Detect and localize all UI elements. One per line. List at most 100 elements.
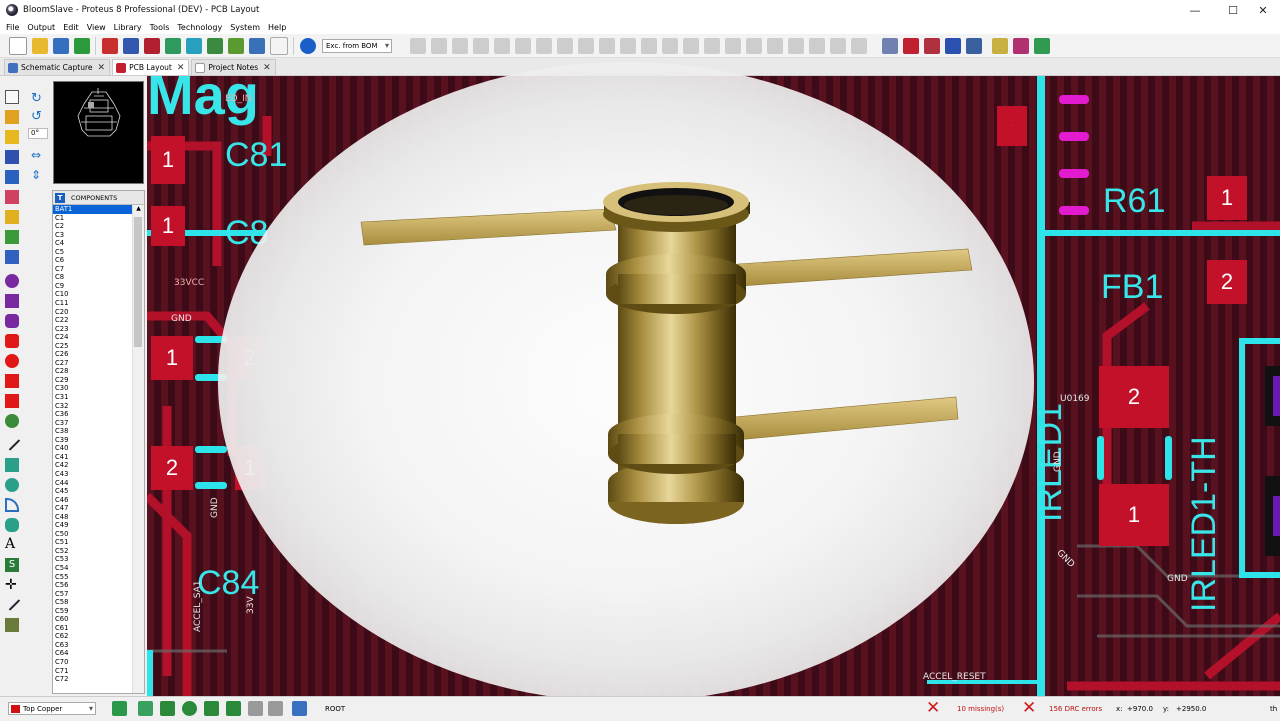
marker-tool-icon[interactable]: ✛ bbox=[5, 578, 19, 592]
component-list-item[interactable]: C30 bbox=[53, 384, 133, 393]
component-list-item[interactable]: C11 bbox=[53, 299, 133, 308]
variant-select[interactable]: Exc. from BOM bbox=[322, 38, 392, 53]
component-list-item[interactable]: C24 bbox=[53, 333, 133, 342]
circular-smt-pad-icon[interactable] bbox=[5, 354, 19, 368]
layers-icon[interactable] bbox=[992, 37, 1008, 54]
close-tab-icon[interactable]: ✕ bbox=[177, 63, 185, 73]
menu-technology[interactable]: Technology bbox=[177, 23, 222, 32]
pad-1b[interactable]: 1 bbox=[151, 206, 185, 246]
mirror-vertical-icon[interactable]: ⇕ bbox=[31, 168, 45, 182]
property-assign-icon[interactable] bbox=[965, 37, 982, 54]
close-tab-icon[interactable]: ✕ bbox=[98, 63, 106, 73]
component-mode-icon[interactable] bbox=[5, 110, 19, 124]
pad-irled-2[interactable]: 2 bbox=[1099, 366, 1169, 428]
menu-file[interactable]: File bbox=[6, 23, 19, 32]
component-list-item[interactable]: C5 bbox=[53, 248, 133, 257]
make-device-icon[interactable] bbox=[830, 37, 846, 54]
pad-1a[interactable]: 1 bbox=[151, 136, 185, 184]
block-rotate-icon[interactable] bbox=[767, 37, 783, 54]
components-list[interactable]: BAT1 C1 C2 C3 C4 C5 C6 C7 C8 C9 C10 C11 C20 C22 C23 C24… bbox=[53, 205, 133, 684]
pad-r61[interactable]: 1 bbox=[1207, 176, 1247, 220]
import-icon[interactable] bbox=[73, 37, 90, 54]
circle-tool-icon[interactable] bbox=[5, 478, 19, 492]
route-mode-icon[interactable] bbox=[5, 250, 19, 264]
grid-icon[interactable] bbox=[452, 37, 468, 54]
cut-icon[interactable] bbox=[662, 37, 678, 54]
save-icon[interactable] bbox=[52, 37, 69, 54]
notes-icon[interactable] bbox=[269, 36, 288, 55]
polygon-pad-icon[interactable] bbox=[5, 394, 19, 408]
undo-icon[interactable] bbox=[620, 37, 636, 54]
zoom-area-icon[interactable] bbox=[599, 37, 615, 54]
component-list-item[interactable]: C36 bbox=[53, 410, 133, 419]
open-folder-icon[interactable] bbox=[31, 37, 48, 54]
component-list-item[interactable]: BAT1 bbox=[53, 205, 133, 214]
component-list-item[interactable]: C42 bbox=[53, 461, 133, 470]
route-icon[interactable] bbox=[923, 37, 940, 54]
paste-icon[interactable] bbox=[704, 37, 720, 54]
play-icon[interactable] bbox=[138, 701, 153, 716]
step-icon[interactable] bbox=[160, 701, 175, 716]
code-icon[interactable] bbox=[248, 37, 265, 54]
package-mode-icon[interactable] bbox=[5, 130, 19, 144]
mirror-horizontal-icon[interactable]: ⇔ bbox=[31, 148, 45, 162]
component-list-item[interactable]: C59 bbox=[53, 607, 133, 616]
component-list-item[interactable]: C57 bbox=[53, 590, 133, 599]
drc-error-icon[interactable]: ✕ bbox=[1022, 698, 1036, 718]
component-list-item[interactable]: C64 bbox=[53, 649, 133, 658]
pad-fb1[interactable]: 2 bbox=[1207, 260, 1247, 304]
autoplacer-icon[interactable] bbox=[881, 37, 898, 54]
component-list-item[interactable]: C43 bbox=[53, 470, 133, 479]
component-list-item[interactable]: C9 bbox=[53, 282, 133, 291]
component-list-item[interactable]: C29 bbox=[53, 376, 133, 385]
connectivity-mode-icon[interactable] bbox=[5, 230, 19, 244]
new-file-icon[interactable] bbox=[8, 36, 27, 55]
edge-pad-icon[interactable] bbox=[5, 334, 19, 348]
component-list-item[interactable]: C7 bbox=[53, 265, 133, 274]
dil-pad-icon[interactable] bbox=[5, 314, 19, 328]
track-mode-icon[interactable] bbox=[5, 150, 19, 164]
component-list-item[interactable]: C2 bbox=[53, 222, 133, 231]
pad-1c[interactable]: 1 bbox=[151, 336, 193, 380]
route-icon[interactable] bbox=[204, 701, 219, 716]
component-list-item[interactable]: C54 bbox=[53, 564, 133, 573]
rotation-field[interactable]: 0° bbox=[28, 128, 48, 139]
pan-icon[interactable] bbox=[515, 37, 531, 54]
text-tool-icon[interactable]: A bbox=[5, 537, 19, 551]
component-list-item[interactable]: C46 bbox=[53, 496, 133, 505]
component-list-item[interactable]: C45 bbox=[53, 487, 133, 496]
component-list-item[interactable]: C71 bbox=[53, 667, 133, 676]
gerber-icon[interactable] bbox=[164, 37, 181, 54]
zoom-in-icon[interactable] bbox=[536, 37, 552, 54]
zoom-all-icon[interactable] bbox=[578, 37, 594, 54]
close-window-button[interactable]: ✕ bbox=[1246, 0, 1280, 20]
symbol-tool-icon[interactable]: S bbox=[5, 558, 19, 572]
component-list-item[interactable]: C26 bbox=[53, 350, 133, 359]
block-move-icon[interactable] bbox=[746, 37, 762, 54]
3d-view-icon[interactable] bbox=[185, 37, 202, 54]
component-list-item[interactable]: C58 bbox=[53, 598, 133, 607]
path-tool-icon[interactable] bbox=[5, 518, 19, 532]
trace-icon[interactable] bbox=[292, 701, 307, 716]
line-tool-icon[interactable] bbox=[3, 434, 21, 451]
3d-tool-icon[interactable] bbox=[5, 618, 19, 632]
block-copy-icon[interactable] bbox=[725, 37, 741, 54]
component-list-item[interactable]: C61 bbox=[53, 624, 133, 633]
bom-icon[interactable] bbox=[206, 37, 223, 54]
connect-icon[interactable] bbox=[182, 701, 197, 716]
menu-tools[interactable]: Tools bbox=[150, 23, 170, 32]
component-list-item[interactable]: C8 bbox=[53, 273, 133, 282]
box-tool-icon[interactable] bbox=[5, 458, 19, 472]
home-icon[interactable] bbox=[101, 37, 118, 54]
component-list-item[interactable]: C3 bbox=[53, 231, 133, 240]
arc-tool-icon[interactable] bbox=[5, 498, 19, 512]
menu-help[interactable]: Help bbox=[268, 23, 286, 32]
component-list-item[interactable]: C41 bbox=[53, 453, 133, 462]
metric-icon[interactable] bbox=[473, 37, 489, 54]
menu-view[interactable]: View bbox=[87, 23, 106, 32]
component-list-item[interactable]: C62 bbox=[53, 632, 133, 641]
tab-pcb-layout[interactable]: PCB Layout ✕ bbox=[112, 59, 190, 75]
component-list-item[interactable]: C48 bbox=[53, 513, 133, 522]
component-list-item[interactable]: C47 bbox=[53, 504, 133, 513]
missing-count[interactable]: 10 missing(s) bbox=[957, 705, 1004, 713]
